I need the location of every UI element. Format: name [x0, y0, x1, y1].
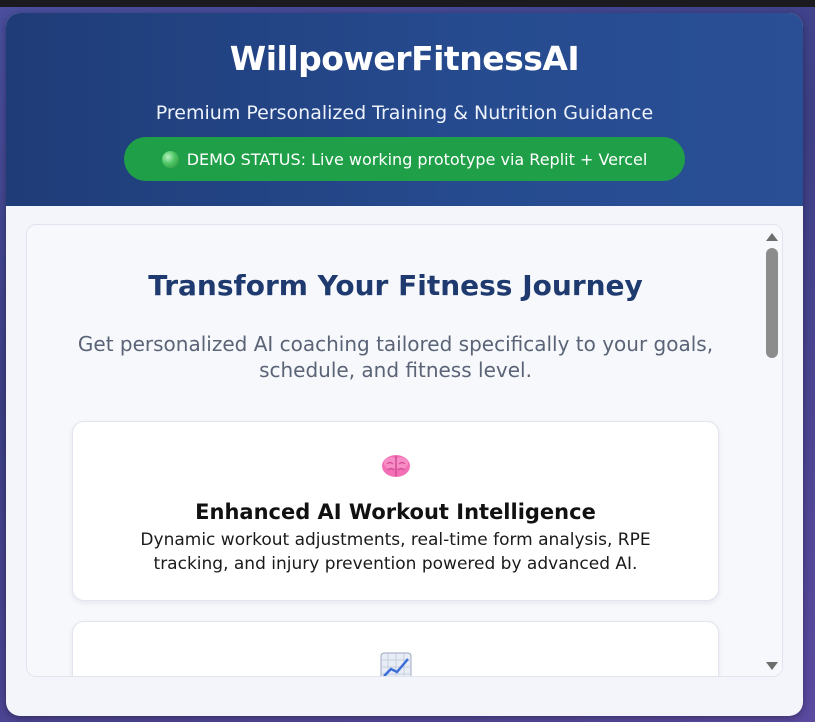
hero-headline: Transform Your Fitness Journey: [148, 269, 643, 302]
scroll-down-icon[interactable]: [766, 662, 778, 670]
feature-description: Dynamic workout adjustments, real-time f…: [140, 530, 651, 574]
feature-card: [72, 621, 719, 676]
hero-description: Get personalized AI coaching tailored sp…: [77, 332, 714, 382]
scroll-up-icon[interactable]: [766, 233, 778, 241]
demo-status-text: DEMO STATUS: Live working prototype via …: [186, 149, 648, 169]
app-window: WillpowerFitnessAI Premium Personalized …: [6, 13, 803, 716]
feature-title: Enhanced AI Workout Intelligence: [195, 500, 596, 524]
app-header: WillpowerFitnessAI Premium Personalized …: [6, 13, 803, 206]
main-content-panel[interactable]: Transform Your Fitness Journey Get perso…: [26, 224, 783, 677]
demo-status-badge: DEMO STATUS: Live working prototype via …: [124, 137, 685, 181]
vertical-scrollbar[interactable]: [762, 225, 782, 676]
chart-increasing-icon: [73, 652, 718, 676]
window-top-edge: [0, 0, 815, 7]
app-subtitle: Premium Personalized Training & Nutritio…: [155, 102, 654, 124]
brain-icon: [73, 452, 718, 482]
feature-card: Enhanced AI Workout Intelligence Dynamic…: [72, 421, 719, 601]
status-dot-icon: [161, 150, 179, 168]
app-title: WillpowerFitnessAI: [229, 39, 580, 78]
scrollbar-thumb[interactable]: [766, 248, 778, 358]
